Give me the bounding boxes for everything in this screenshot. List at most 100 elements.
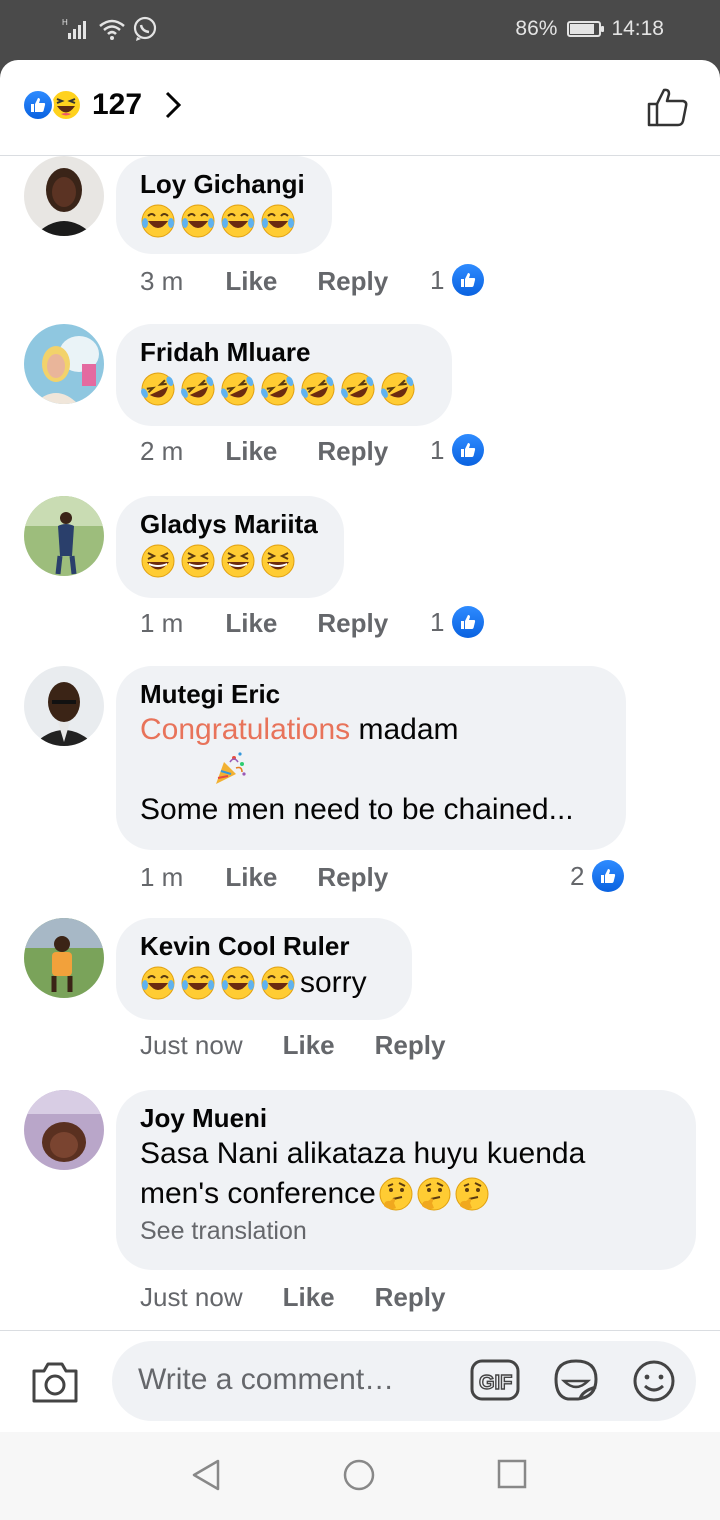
highlighted-word[interactable]: Congratulations bbox=[140, 713, 350, 746]
gif-icon[interactable]: GIF bbox=[470, 1359, 520, 1401]
rofl-emoji bbox=[301, 372, 335, 406]
like-reaction-icon bbox=[452, 606, 485, 638]
grinning-squinting-emoji bbox=[221, 544, 255, 578]
comment-bubble[interactable]: Mutegi Eric Congratulations madam Some m… bbox=[116, 666, 626, 850]
rofl-emoji bbox=[341, 372, 375, 406]
like-link[interactable]: Like bbox=[225, 862, 277, 893]
comment-time: Just now bbox=[140, 1030, 243, 1060]
comment-text: madam bbox=[350, 713, 459, 746]
status-right: 86% 14:18 bbox=[515, 17, 664, 41]
comment-like-count[interactable]: 2 bbox=[570, 860, 625, 892]
reply-link[interactable]: Reply bbox=[375, 1030, 446, 1061]
reply-link[interactable]: Reply bbox=[317, 608, 388, 639]
comment-text: sorry bbox=[300, 966, 367, 999]
like-link[interactable]: Like bbox=[283, 1282, 335, 1313]
comment-time: 1 m bbox=[140, 862, 184, 892]
comment-time: 3 m bbox=[140, 266, 184, 296]
thumbs-up-icon[interactable] bbox=[646, 86, 690, 128]
comment-input-wrapper: GIF bbox=[112, 1341, 696, 1421]
chevron-right-icon bbox=[166, 91, 182, 119]
reply-link[interactable]: Reply bbox=[317, 862, 388, 893]
see-translation-link[interactable]: See translation bbox=[140, 1214, 672, 1248]
svg-text:H: H bbox=[62, 18, 68, 27]
comments-sheet: 127 Loy Gichangi 3 m Like Reply 1 Fridah… bbox=[0, 60, 720, 1432]
comment-author[interactable]: Joy Mueni bbox=[140, 1102, 672, 1134]
home-icon[interactable] bbox=[342, 1458, 376, 1492]
comment-emojis bbox=[140, 368, 428, 410]
like-link[interactable]: Like bbox=[225, 266, 277, 297]
avatar[interactable] bbox=[24, 324, 104, 404]
comment-emojis: sorry bbox=[140, 962, 388, 1004]
comment-author[interactable]: Fridah Mluare bbox=[140, 336, 428, 368]
tears-of-joy-emoji bbox=[261, 204, 295, 238]
recent-apps-icon[interactable] bbox=[496, 1458, 528, 1490]
thinking-face-emoji bbox=[379, 1177, 413, 1211]
comment-emojis bbox=[140, 200, 308, 242]
comment-emoji-line bbox=[140, 750, 602, 790]
rofl-emoji bbox=[181, 372, 215, 406]
status-bar: H 86% 14:18 bbox=[0, 0, 720, 60]
comment-text: Sasa Nani alikataza huyu kuenda bbox=[140, 1137, 586, 1170]
tears-of-joy-emoji bbox=[221, 966, 255, 1000]
comment-author[interactable]: Loy Gichangi bbox=[140, 168, 308, 200]
avatar[interactable] bbox=[24, 666, 104, 746]
battery-fill bbox=[570, 24, 595, 34]
tears-of-joy-emoji bbox=[261, 966, 295, 1000]
rofl-emoji bbox=[261, 372, 295, 406]
comment-time: 1 m bbox=[140, 608, 184, 638]
cell-signal-icon: H bbox=[62, 18, 86, 39]
comment-meta: 1 m Like Reply bbox=[140, 608, 388, 639]
like-link[interactable]: Like bbox=[225, 608, 277, 639]
reactions-summary[interactable]: 127 bbox=[22, 88, 182, 122]
avatar[interactable] bbox=[24, 496, 104, 576]
comment-text: Some men need to be chained... bbox=[140, 793, 574, 826]
comment-bubble[interactable]: Joy Mueni Sasa Nani alikataza huyu kuend… bbox=[116, 1090, 696, 1270]
comment-text-line: men's conference bbox=[140, 1174, 672, 1214]
whatsapp-icon bbox=[133, 16, 157, 41]
comment-meta: 1 m Like Reply bbox=[140, 862, 388, 893]
tears-of-joy-emoji bbox=[141, 966, 175, 1000]
tears-of-joy-emoji bbox=[221, 204, 255, 238]
comment-author[interactable]: Gladys Mariita bbox=[140, 508, 320, 540]
avatar[interactable] bbox=[24, 918, 104, 998]
comment-meta: 3 m Like Reply bbox=[140, 266, 388, 297]
like-link[interactable]: Like bbox=[225, 436, 277, 467]
reply-link[interactable]: Reply bbox=[375, 1282, 446, 1313]
comment-like-count[interactable]: 1 bbox=[430, 434, 485, 466]
comment-emojis bbox=[140, 540, 320, 582]
comment-like-count[interactable]: 1 bbox=[430, 264, 485, 296]
like-reaction-icon bbox=[452, 434, 485, 466]
rofl-emoji bbox=[141, 372, 175, 406]
grinning-squinting-emoji bbox=[181, 544, 215, 578]
grinning-squinting-emoji bbox=[141, 544, 175, 578]
avatar[interactable] bbox=[24, 1090, 104, 1170]
comment-bubble[interactable]: Fridah Mluare bbox=[116, 324, 452, 426]
thinking-face-emoji bbox=[417, 1177, 451, 1211]
comment-author[interactable]: Kevin Cool Ruler bbox=[140, 930, 388, 962]
reply-link[interactable]: Reply bbox=[317, 266, 388, 297]
comment-bubble[interactable]: Kevin Cool Ruler sorry bbox=[116, 918, 412, 1020]
tears-of-joy-emoji bbox=[141, 204, 175, 238]
comment-text-line: Congratulations madam bbox=[140, 710, 602, 750]
comment-input[interactable] bbox=[136, 1359, 450, 1401]
like-count-number: 1 bbox=[430, 264, 445, 295]
reactions-header: 127 bbox=[0, 60, 720, 156]
clock: 14:18 bbox=[611, 17, 664, 40]
like-link[interactable]: Like bbox=[283, 1030, 335, 1061]
battery-percent: 86% bbox=[515, 17, 558, 40]
like-reaction-icon bbox=[22, 89, 54, 121]
reply-link[interactable]: Reply bbox=[317, 436, 388, 467]
like-count-number: 2 bbox=[570, 860, 585, 891]
comment-like-count[interactable]: 1 bbox=[430, 606, 485, 638]
haha-reaction-icon bbox=[50, 89, 82, 121]
comment-time: Just now bbox=[140, 1282, 243, 1312]
comment-author[interactable]: Mutegi Eric bbox=[140, 678, 602, 710]
back-icon[interactable] bbox=[190, 1458, 222, 1492]
comment-bubble[interactable]: Gladys Mariita bbox=[116, 496, 344, 598]
status-icons: H bbox=[62, 16, 158, 42]
comment-bubble[interactable]: Loy Gichangi bbox=[116, 156, 332, 254]
sticker-icon[interactable] bbox=[552, 1357, 600, 1403]
emoji-icon[interactable] bbox=[632, 1359, 676, 1403]
avatar[interactable] bbox=[24, 156, 104, 236]
camera-icon[interactable] bbox=[30, 1359, 80, 1405]
